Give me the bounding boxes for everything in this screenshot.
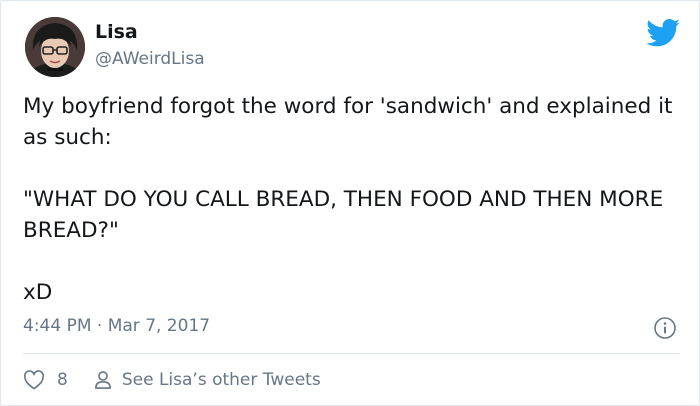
other-tweets-label: See Lisa’s other Tweets: [121, 370, 321, 390]
tweet-paragraph: My boyfriend forgot the word for 'sandwi…: [23, 94, 673, 150]
divider: [23, 353, 680, 354]
other-tweets-link[interactable]: See Lisa’s other Tweets: [94, 370, 321, 390]
author-handle[interactable]: @AWeirdLisa: [95, 49, 205, 69]
avatar[interactable]: [25, 17, 85, 77]
tweet-paragraph: "WHAT DO YOU CALL BREAD, THEN FOOD AND T…: [23, 187, 664, 243]
tweet-card: Lisa @AWeirdLisa My boyfriend forgot the…: [0, 0, 700, 406]
tweet-paragraph: xD: [23, 280, 53, 305]
info-icon[interactable]: [653, 316, 677, 340]
heart-icon: [23, 370, 45, 390]
tweet-text: My boyfriend forgot the word for 'sandwi…: [23, 91, 678, 308]
twitter-bird-icon[interactable]: [646, 19, 680, 47]
like-count: 8: [57, 370, 68, 390]
author-name[interactable]: Lisa: [95, 21, 138, 43]
tweet-actions: 8 See Lisa’s other Tweets: [23, 367, 321, 393]
like-button[interactable]: 8: [23, 370, 68, 390]
person-icon: [94, 371, 111, 389]
tweet-timestamp[interactable]: 4:44 PM · Mar 7, 2017: [23, 316, 210, 336]
